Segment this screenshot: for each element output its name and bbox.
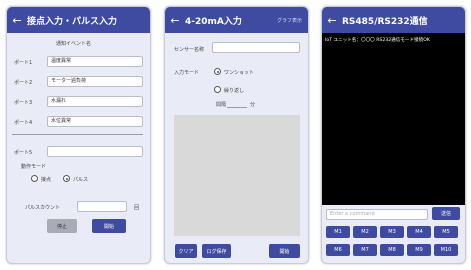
interval-label: 間隔 [216, 102, 227, 108]
macro-button-m3[interactable]: M3 [380, 226, 404, 238]
section-label-event-names: 通知イベント名 [56, 41, 92, 47]
operation-mode-label: 動作モード [21, 164, 47, 170]
screen-rs485-rs232: ← RS485/RS232通信 IoT ユニット名：〇〇〇 RS232通信モード… [321, 6, 466, 264]
mode-pulse-label: パルス [73, 177, 89, 183]
macro-button-m2[interactable]: M2 [353, 226, 377, 238]
clear-button[interactable]: クリア [175, 244, 197, 258]
port1-event-input[interactable]: 温度異常 [47, 56, 143, 67]
app-bar: ← 4-20mA入力 グラフ表示 [165, 7, 308, 33]
screen-title: 4-20mA入力 [185, 16, 242, 27]
macro-button-m4[interactable]: M4 [407, 226, 431, 238]
sensor-name-input[interactable] [212, 42, 300, 53]
screen-contact-pulse-input: ← 接点入力・パルス入力 通知イベント名 ポート1 温度異常 ポート2 モーター… [6, 6, 151, 264]
port4-event-input[interactable]: 水位異常 [47, 116, 143, 127]
stop-button[interactable]: 停止 [47, 219, 77, 233]
sensor-name-label: センサー名称 [174, 47, 205, 53]
mode-repeat-radio[interactable] [214, 86, 221, 93]
pulse-unit-label: 回 [134, 205, 140, 211]
port1-label: ポート1 [14, 60, 33, 66]
app-bar: ← RS485/RS232通信 [322, 7, 465, 33]
port3-label: ポート3 [14, 100, 33, 106]
macro-button-m7[interactable]: M7 [353, 244, 377, 256]
interval-unit-label: 分 [250, 102, 256, 108]
app-bar: ← 接点入力・パルス入力 [7, 7, 150, 33]
mode-oneshot-radio[interactable] [214, 68, 221, 75]
macro-button-m9[interactable]: M9 [407, 244, 431, 256]
port5-event-input[interactable] [47, 146, 143, 157]
port2-event-input[interactable]: モーター過負荷 [47, 76, 143, 87]
input-mode-label: 入力モード [174, 70, 200, 76]
graph-area [174, 115, 300, 236]
port5-label: ポート5 [14, 150, 33, 156]
macro-button-m6[interactable]: M6 [326, 244, 350, 256]
send-button[interactable]: 送信 [432, 207, 460, 220]
mode-repeat-label: 繰り返し [224, 88, 245, 94]
screen-4-20ma-input: ← 4-20mA入力 グラフ表示 センサー名称 入力モード ワンショット 繰り返… [164, 6, 309, 264]
terminal-output: IoT ユニット名：〇〇〇 RS232通信モード接続OK [322, 33, 465, 205]
port3-event-input[interactable]: 水漏れ [47, 96, 143, 107]
port4-label: ポート4 [14, 120, 33, 126]
save-log-button[interactable]: ログ保存 [202, 244, 231, 258]
port2-label: ポート2 [14, 80, 33, 86]
macro-button-m1[interactable]: M1 [326, 226, 350, 238]
divider [12, 134, 143, 135]
screen-title: RS485/RS232通信 [342, 16, 428, 27]
mode-contact-label: 接点 [41, 177, 52, 183]
command-input[interactable]: Enter a command [326, 209, 428, 220]
macro-button-m8[interactable]: M8 [380, 244, 404, 256]
interval-input[interactable] [227, 107, 247, 108]
screen-title: 接点入力・パルス入力 [27, 16, 118, 27]
start-button[interactable]: 開始 [269, 244, 300, 258]
back-arrow-icon[interactable]: ← [165, 14, 185, 27]
mode-oneshot-label: ワンショット [224, 70, 255, 76]
graph-display-link[interactable]: グラフ表示 [277, 17, 302, 24]
back-arrow-icon[interactable]: ← [322, 14, 342, 27]
mode-pulse-radio[interactable] [63, 175, 70, 182]
macro-button-m5[interactable]: M5 [434, 226, 458, 238]
pulse-count-label: パルスカウント [25, 205, 61, 211]
back-arrow-icon[interactable]: ← [7, 14, 27, 27]
pulse-count-input[interactable] [77, 201, 127, 212]
macro-button-m10[interactable]: M10 [434, 244, 458, 256]
start-button[interactable]: 開始 [92, 219, 126, 233]
terminal-line: IoT ユニット名：〇〇〇 RS232通信モード接続OK [325, 38, 430, 43]
mode-contact-radio[interactable] [31, 175, 38, 182]
